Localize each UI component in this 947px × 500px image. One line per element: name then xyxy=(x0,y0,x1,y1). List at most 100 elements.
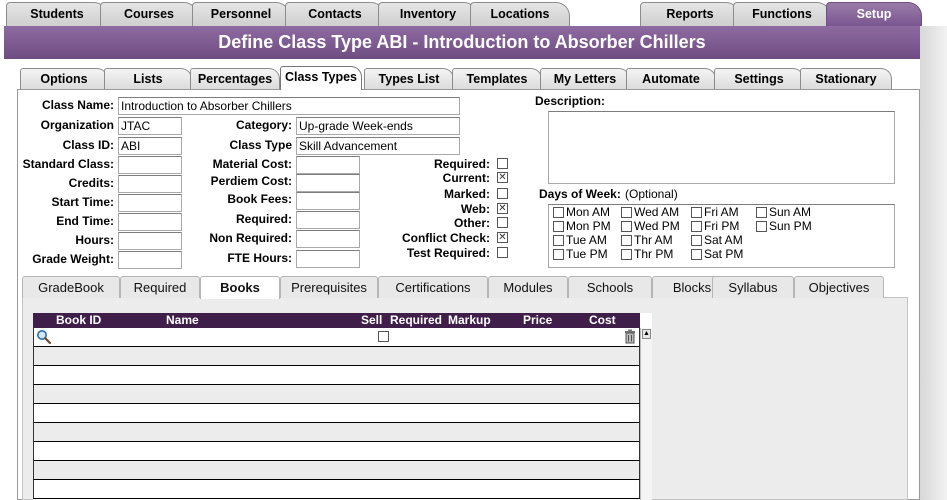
tab-prerequisites[interactable]: Prerequisites xyxy=(280,276,378,298)
table-row[interactable] xyxy=(33,442,640,461)
tab-templates[interactable]: Templates xyxy=(452,68,542,89)
day-thr-pm-checkbox[interactable] xyxy=(621,249,632,260)
hours-label: Hours: xyxy=(75,233,114,247)
standard-class-label: Standard Class: xyxy=(22,157,114,171)
tab-types-list[interactable]: Types List xyxy=(364,68,454,89)
tab-modules[interactable]: Modules xyxy=(488,276,568,298)
tab-students[interactable]: Students xyxy=(6,2,108,26)
flag-test-required-checkbox[interactable] xyxy=(497,247,508,258)
tab-automate[interactable]: Automate xyxy=(626,68,716,89)
tab-gradebook[interactable]: GradeBook xyxy=(22,276,120,298)
tab-lists[interactable]: Lists xyxy=(104,68,192,89)
day-fri-pm-checkbox[interactable] xyxy=(691,221,702,232)
flag-required-checkbox[interactable] xyxy=(497,158,508,169)
tab-contacts[interactable]: Contacts xyxy=(285,2,385,26)
tab-setup[interactable]: Setup xyxy=(826,2,922,26)
required-cost-field[interactable] xyxy=(296,211,360,229)
window-edge xyxy=(920,26,947,500)
flag-other-checkbox[interactable] xyxy=(497,217,508,228)
start-time-field[interactable] xyxy=(118,194,182,212)
end-time-field[interactable] xyxy=(118,213,182,231)
tab-stationary[interactable]: Stationary xyxy=(800,68,892,89)
day-wed-am-checkbox[interactable] xyxy=(621,207,632,218)
day-wed-pm-checkbox[interactable] xyxy=(621,221,632,232)
tab-personnel[interactable]: Personnel xyxy=(192,2,290,26)
flag-web-checkbox[interactable]: ✕ xyxy=(497,203,508,214)
days-of-week-label: Days of Week: xyxy=(539,187,621,201)
grade-weight-label: Grade Weight: xyxy=(32,252,114,266)
table-row[interactable] xyxy=(33,404,640,423)
table-row[interactable] xyxy=(33,461,640,480)
tab-locations[interactable]: Locations xyxy=(470,2,570,26)
table-row[interactable] xyxy=(33,480,640,499)
flag-current-checkbox[interactable]: ✕ xyxy=(497,172,508,183)
table-row[interactable] xyxy=(33,347,640,366)
sell-checkbox[interactable] xyxy=(378,331,389,342)
day-thr-am-checkbox[interactable] xyxy=(621,235,632,246)
tab-objectives[interactable]: Objectives xyxy=(794,276,884,298)
day-fri-am-checkbox[interactable] xyxy=(691,207,702,218)
flag-conflict-check-label: Conflict Check: xyxy=(401,231,490,245)
tab-books[interactable]: Books xyxy=(200,276,280,299)
col-book-id[interactable]: Book ID xyxy=(56,313,101,328)
col-markup[interactable]: Markup xyxy=(448,313,491,328)
flag-current-label: Current: xyxy=(442,171,490,185)
tab-options[interactable]: Options xyxy=(20,68,108,89)
grade-weight-field[interactable] xyxy=(118,251,182,269)
table-row[interactable] xyxy=(33,366,640,385)
hours-field[interactable] xyxy=(118,232,182,250)
credits-field[interactable] xyxy=(118,175,182,193)
trash-icon[interactable] xyxy=(624,329,636,347)
table-row[interactable] xyxy=(33,385,640,404)
day-sat-am-checkbox[interactable] xyxy=(691,235,702,246)
tab-certifications[interactable]: Certifications xyxy=(378,276,488,298)
tab-schools[interactable]: Schools xyxy=(568,276,652,298)
tab-settings[interactable]: Settings xyxy=(714,68,804,89)
tab-reports[interactable]: Reports xyxy=(640,2,740,26)
table-row[interactable] xyxy=(33,423,640,442)
tab-inventory[interactable]: Inventory xyxy=(378,2,478,26)
tab-percentages[interactable]: Percentages xyxy=(190,68,280,89)
scroll-up-arrow-icon[interactable]: ▲ xyxy=(642,329,651,339)
table-header: Book ID Name Sell Required Markup Price … xyxy=(33,313,640,328)
day-sat-pm-checkbox[interactable] xyxy=(691,249,702,260)
col-cost[interactable]: Cost xyxy=(589,313,616,328)
table-row[interactable] xyxy=(33,328,640,347)
category-label: Category: xyxy=(235,118,292,132)
organization-field[interactable]: JTAC xyxy=(118,117,182,135)
class-type-field[interactable]: Skill Advancement xyxy=(296,137,460,155)
tab-functions[interactable]: Functions xyxy=(733,2,831,26)
perdiem-cost-field[interactable] xyxy=(296,174,360,192)
day-tue-pm-checkbox[interactable] xyxy=(553,249,564,260)
col-name[interactable]: Name xyxy=(166,313,199,328)
book-fees-field[interactable] xyxy=(296,192,360,210)
category-field[interactable]: Up-grade Week-ends xyxy=(296,117,460,135)
perdiem-cost-label: Perdiem Cost: xyxy=(210,174,292,188)
day-mon-am-checkbox[interactable] xyxy=(553,207,564,218)
col-sell[interactable]: Sell xyxy=(361,313,382,328)
day-sun-pm-checkbox[interactable] xyxy=(756,221,767,232)
non-required-field[interactable] xyxy=(296,230,360,248)
fte-hours-field[interactable] xyxy=(296,250,360,268)
class-id-label: Class ID: xyxy=(62,138,114,152)
tab-syllabus[interactable]: Syllabus xyxy=(712,276,794,298)
day-mon-pm-checkbox[interactable] xyxy=(553,221,564,232)
description-field[interactable] xyxy=(548,111,895,184)
day-sun-am-checkbox[interactable] xyxy=(756,207,767,218)
flag-marked-checkbox[interactable] xyxy=(497,188,508,199)
standard-class-field[interactable] xyxy=(118,156,182,174)
tab-required[interactable]: Required xyxy=(120,276,200,298)
class-id-field[interactable]: ABI xyxy=(118,137,182,155)
col-price[interactable]: Price xyxy=(523,313,552,328)
day-tue-am-checkbox[interactable] xyxy=(553,235,564,246)
search-icon[interactable] xyxy=(36,329,52,348)
material-cost-field[interactable] xyxy=(296,156,360,174)
col-required[interactable]: Required xyxy=(390,313,442,328)
table-scrollbar[interactable]: ▲ xyxy=(640,328,652,500)
flag-conflict-check-checkbox[interactable]: ✕ xyxy=(497,232,508,243)
tab-courses[interactable]: Courses xyxy=(100,2,198,26)
tab-my-letters[interactable]: My Letters xyxy=(540,68,630,89)
day-sun-am-label: Sun AM xyxy=(769,205,812,219)
class-name-field[interactable]: Introduction to Absorber Chillers xyxy=(118,97,460,115)
tab-class-types[interactable]: Class Types xyxy=(280,66,362,90)
